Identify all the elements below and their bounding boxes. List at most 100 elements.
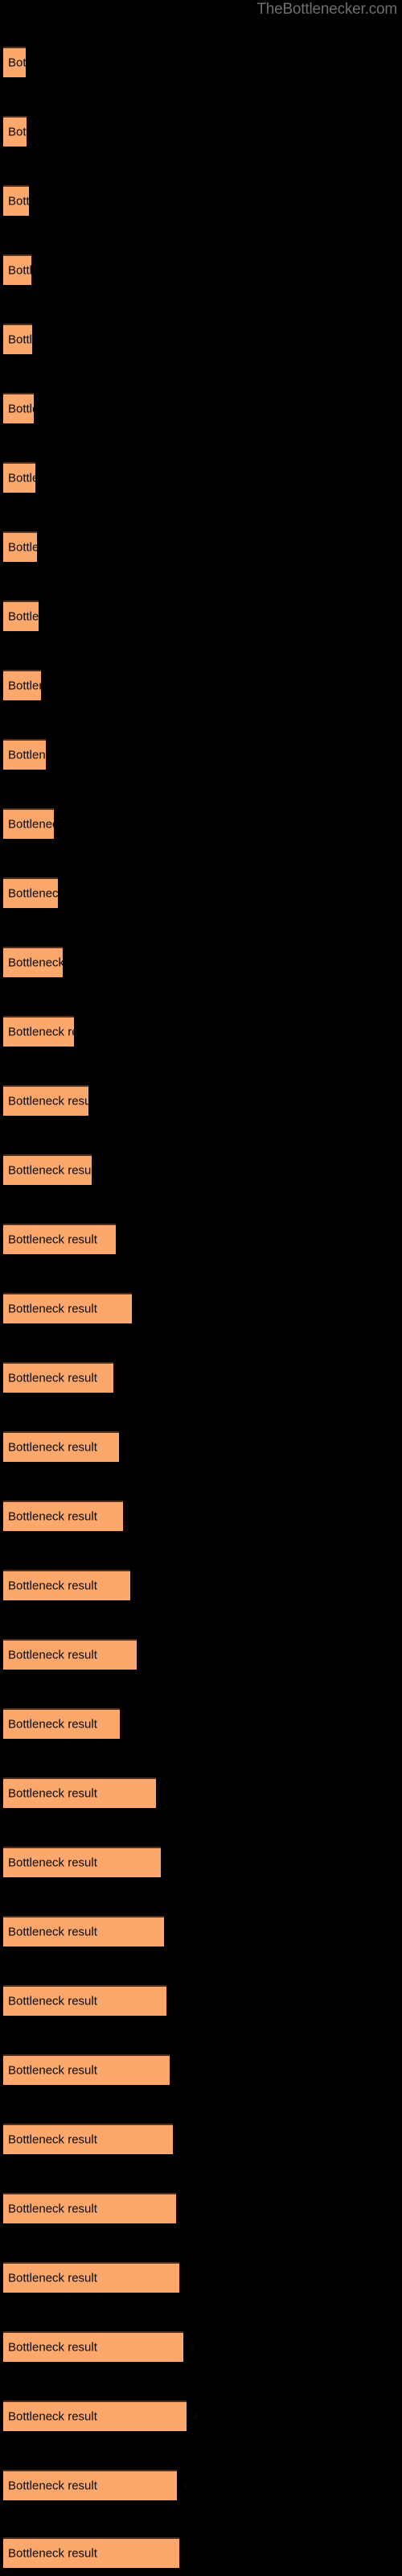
- bar-row[interactable]: Bottleneck result: [0, 1501, 402, 1533]
- bar-label: Bottleneck result: [8, 1094, 88, 1108]
- bar-row[interactable]: Bottleneck result: [0, 877, 402, 910]
- bar[interactable]: Bottleneck result: [3, 739, 46, 770]
- bar[interactable]: Bottleneck result: [3, 1154, 92, 1185]
- bar[interactable]: Bottleneck result: [3, 877, 58, 908]
- bar-label: Bottleneck result: [8, 748, 46, 762]
- bar-label: Bottleneck result: [8, 2202, 97, 2216]
- bar-row[interactable]: Bottleneck result: [0, 462, 402, 494]
- bar-value-label: 4: [191, 2409, 199, 2424]
- bar[interactable]: Bottleneck result: [3, 1431, 119, 1462]
- bar[interactable]: Bottleneck result: [3, 2262, 179, 2293]
- bar-row[interactable]: Bottleneck result: [0, 2262, 402, 2294]
- bar-series-layer: Bottleneck result Bottleneck result Bottle…: [0, 0, 402, 2576]
- bar-label: Bottleneck result: [8, 2340, 97, 2355]
- bar-row[interactable]: Bottleneck result: [0, 1016, 402, 1048]
- bar-label: Bottleneck result: [8, 263, 31, 278]
- bar-row[interactable]: Bottleneck result: [0, 947, 402, 979]
- bar-row[interactable]: Bottleneck result: [0, 1639, 402, 1671]
- bar-label: Bottleneck result: [8, 1994, 97, 2008]
- bar[interactable]: Bottleneck result: [3, 1708, 120, 1739]
- bar-row[interactable]: Bottleneck result: [0, 1431, 402, 1463]
- bar-row[interactable]: Bottleneck result: [0, 1362, 402, 1394]
- bar[interactable]: Bottleneck result: [3, 1570, 130, 1600]
- bar[interactable]: Bottleneck result: [3, 1777, 156, 1808]
- bar[interactable]: Bottleneck result: [3, 947, 63, 977]
- bar[interactable]: Bottleneck result: [3, 1224, 116, 1254]
- bar-row[interactable]: Bottleneck result: [0, 2193, 402, 2225]
- bar-row[interactable]: Bottleneck result: [0, 1293, 402, 1325]
- bar[interactable]: Bottleneck result: [3, 670, 41, 700]
- bar-label: Bottleneck result: [8, 471, 35, 485]
- bar[interactable]: Bottleneck result: [3, 393, 34, 423]
- bar-row[interactable]: Bottleneck result: [0, 1708, 402, 1740]
- bar-row[interactable]: Bottleneck result: [0, 1847, 402, 1879]
- bar[interactable]: Bottleneck result: [3, 254, 31, 285]
- bar[interactable]: Bottleneck result: [3, 2537, 179, 2568]
- bar[interactable]: Bottleneck result: [3, 531, 37, 562]
- bar[interactable]: Bottleneck result: [3, 47, 26, 77]
- bar-row[interactable]: Bottleneck result: [0, 531, 402, 564]
- bar-label: Bottleneck result: [8, 2063, 97, 2078]
- bar-row[interactable]: Bottleneck result 4: [0, 2401, 402, 2433]
- bar-row[interactable]: Bottleneck result: [0, 1916, 402, 1948]
- bar-label: Bottleneck result: [8, 817, 54, 832]
- bar[interactable]: Bottleneck result: [3, 324, 32, 354]
- bar[interactable]: Bottleneck result: [3, 1016, 74, 1046]
- bar[interactable]: Bottleneck result: [3, 185, 29, 216]
- bar-label: Bottleneck result: [8, 2479, 97, 2493]
- bar-row[interactable]: Bottleneck result: [0, 601, 402, 633]
- bar-row[interactable]: Bottleneck result: [0, 2124, 402, 2156]
- bar-row[interactable]: Bottleneck result: [0, 116, 402, 148]
- bar-row[interactable]: Bottleneck result: [0, 1154, 402, 1187]
- bar[interactable]: Bottleneck result: [3, 1985, 166, 2016]
- bar[interactable]: Bottleneck result: [3, 601, 39, 631]
- bar[interactable]: Bottleneck result: [3, 2401, 187, 2431]
- bar-row[interactable]: Bottleneck result: [0, 739, 402, 771]
- bar-row[interactable]: Bottleneck result: [0, 2054, 402, 2087]
- bar[interactable]: Bottleneck result: [3, 116, 27, 147]
- bar-label: Bottleneck result: [8, 886, 58, 901]
- bar-row[interactable]: Bottleneck result: [0, 185, 402, 217]
- bar[interactable]: Bottleneck result: [3, 2124, 173, 2154]
- bar-label: Bottleneck result: [8, 56, 26, 70]
- bar-label: Bottleneck result: [8, 194, 29, 208]
- bar[interactable]: Bottleneck result: [3, 1501, 123, 1531]
- bar[interactable]: Bottleneck result: [3, 1362, 113, 1393]
- bar-row[interactable]: Bottleneck result 4: [0, 2331, 402, 2363]
- bar[interactable]: Bottleneck result: [3, 1085, 88, 1116]
- bar[interactable]: Bottleneck result: [3, 2054, 170, 2085]
- bar-row[interactable]: Bottleneck result: [0, 1777, 402, 1810]
- bar[interactable]: Bottleneck result: [3, 808, 54, 839]
- bar-row[interactable]: Bottleneck result: [0, 47, 402, 79]
- bar-label: Bottleneck result: [8, 1440, 97, 1455]
- bar-label: Bottleneck result: [8, 1856, 97, 1870]
- bar[interactable]: Bottleneck result: [3, 1639, 137, 1670]
- bar-label: Bottleneck result: [8, 1717, 97, 1732]
- bar-row[interactable]: Bottleneck result: [0, 2537, 402, 2570]
- bar-row[interactable]: Bottleneck result: [0, 1570, 402, 1602]
- bar-label: Bottleneck result: [8, 1509, 97, 1524]
- bar-row[interactable]: Bottleneck result: [0, 1985, 402, 2017]
- bar-label: Bottleneck result: [8, 2409, 97, 2424]
- bar-row[interactable]: Bottleneck result: [0, 393, 402, 425]
- bar[interactable]: Bottleneck result: [3, 462, 35, 493]
- bar[interactable]: Bottleneck result: [3, 2470, 177, 2500]
- bar[interactable]: Bottleneck result: [3, 1916, 164, 1946]
- bar-label: Bottleneck result: [8, 956, 63, 970]
- bar[interactable]: Bottleneck result: [3, 1293, 132, 1323]
- bar-row[interactable]: Bottleneck result: [0, 1224, 402, 1256]
- bar-row[interactable]: Bottleneck result: [0, 324, 402, 356]
- bar-label: Bottleneck result: [8, 1025, 74, 1039]
- bar-label: Bottleneck result: [8, 125, 27, 139]
- bar[interactable]: Bottleneck result: [3, 2193, 176, 2223]
- bar-label: Bottleneck result: [8, 2132, 97, 2147]
- bar[interactable]: Bottleneck result: [3, 1847, 161, 1877]
- bar-row[interactable]: Bottleneck result: [0, 254, 402, 287]
- bar-label: Bottleneck result: [8, 1163, 92, 1178]
- bar-value-label: 4: [182, 2479, 189, 2493]
- bar-row[interactable]: Bottleneck result 4: [0, 2470, 402, 2502]
- bar-row[interactable]: Bottleneck result: [0, 670, 402, 702]
- bar-row[interactable]: Bottleneck result: [0, 808, 402, 840]
- bar-row[interactable]: Bottleneck result: [0, 1085, 402, 1117]
- bar[interactable]: Bottleneck result: [3, 2331, 183, 2362]
